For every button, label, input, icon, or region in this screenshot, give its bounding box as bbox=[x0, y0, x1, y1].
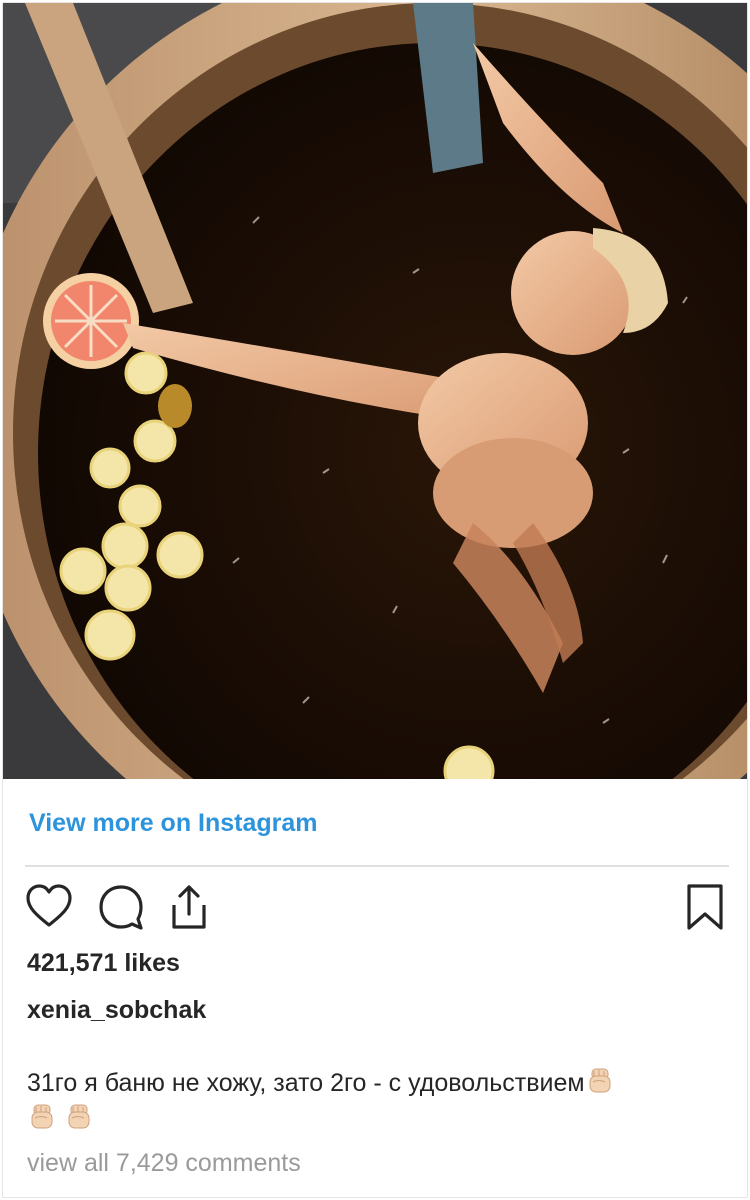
likes-count[interactable]: 421,571 likes bbox=[27, 949, 180, 978]
bathing-photo bbox=[3, 3, 747, 779]
post-caption: 31го я баню не хожу, зато 2го - с удовол… bbox=[27, 1065, 717, 1137]
heart-icon[interactable] bbox=[25, 881, 75, 935]
view-all-comments-link[interactable]: view all 7,429 comments bbox=[27, 1149, 301, 1178]
divider bbox=[25, 865, 729, 867]
post-photo[interactable] bbox=[3, 3, 747, 779]
username[interactable]: xenia_sobchak bbox=[27, 996, 206, 1025]
share-icon[interactable] bbox=[165, 881, 215, 935]
view-more-on-instagram-link[interactable]: View more on Instagram bbox=[29, 809, 318, 838]
comment-icon[interactable] bbox=[97, 881, 147, 935]
raised-fist-icon bbox=[27, 1102, 57, 1132]
caption-text: 31го я баню не хожу, зато 2го - с удовол… bbox=[27, 1069, 585, 1097]
raised-fist-icon bbox=[585, 1066, 615, 1096]
post-action-bar bbox=[25, 881, 731, 935]
instagram-embed-card: View more on Instagram 421,571 likes xen… bbox=[2, 2, 748, 1198]
bookmark-icon[interactable] bbox=[681, 881, 731, 935]
raised-fist-icon bbox=[64, 1102, 94, 1132]
